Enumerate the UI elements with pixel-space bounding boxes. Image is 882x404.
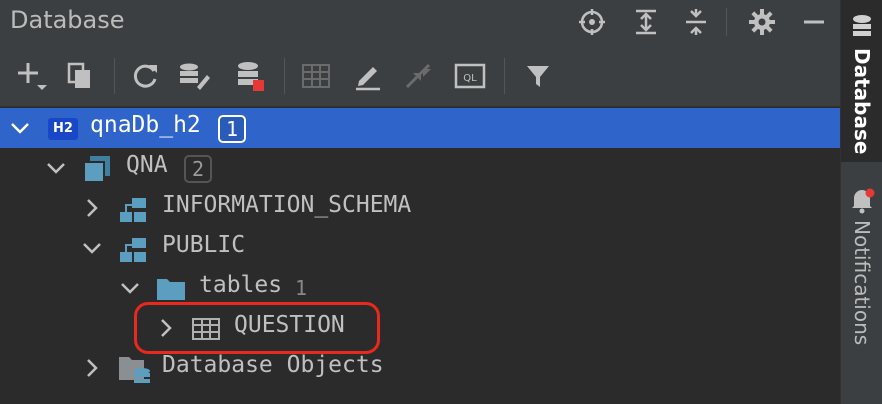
database-tab-label: Database: [850, 48, 874, 155]
tree-item-tables-folder[interactable]: tables 1: [0, 268, 840, 308]
schema-icon: [120, 198, 146, 222]
chevron-down-icon[interactable]: [118, 276, 142, 300]
toolbar-separator: [114, 58, 115, 94]
datasource-label: qnaDb_h2: [90, 112, 201, 138]
chevron-down-icon[interactable]: [8, 116, 32, 140]
database-tool-tab[interactable]: Database: [841, 0, 882, 162]
chevron-down-icon[interactable]: [44, 156, 68, 180]
tree-item-datasource[interactable]: H2 qnaDb_h2 1: [0, 108, 840, 148]
title-bar: Database: [0, 0, 840, 44]
titlebar-divider: [726, 8, 727, 36]
duplicate-icon[interactable]: [62, 58, 98, 94]
minimize-icon[interactable]: [798, 6, 830, 38]
filter-icon[interactable]: [520, 58, 556, 94]
chevron-right-icon[interactable]: [80, 196, 104, 220]
tables-folder-label: tables: [199, 272, 283, 298]
tree-item-schema-public[interactable]: PUBLIC: [0, 228, 840, 268]
database-tool-window: Database QL H2 qnaDb_h2 1 QNA 2 INFORMAT…: [0, 0, 840, 404]
tree-item-schema-information[interactable]: INFORMATION_SCHEMA: [0, 188, 840, 228]
table-view-icon[interactable]: [298, 58, 334, 94]
query-console-icon[interactable]: QL: [452, 58, 488, 94]
tree-item-table-question[interactable]: QUESTION: [0, 308, 840, 348]
expand-all-icon[interactable]: [630, 6, 662, 38]
add-icon[interactable]: [14, 58, 50, 94]
collapse-all-icon[interactable]: [680, 6, 712, 38]
schema-icon: [120, 238, 146, 262]
jump-to-source-icon[interactable]: [400, 58, 436, 94]
chevron-down-icon[interactable]: [80, 236, 104, 260]
tree-item-database[interactable]: QNA 2: [0, 148, 840, 188]
schema-information-label: INFORMATION_SCHEMA: [162, 192, 412, 218]
question-highlight-annotation: [134, 302, 380, 354]
data-source-properties-icon[interactable]: [176, 58, 212, 94]
toolbar-separator: [284, 58, 285, 94]
datasource-badge: 1: [218, 115, 246, 143]
database-objects-label: Database Objects: [162, 352, 384, 378]
bell-icon: [852, 188, 875, 214]
crosshair-icon[interactable]: [576, 6, 608, 38]
tables-count: 1: [295, 276, 308, 300]
database-objects-icon: [119, 357, 150, 383]
notifications-tab-label: Notifications: [850, 220, 874, 346]
toolbar-separator: [504, 58, 505, 94]
gear-icon[interactable]: [746, 6, 778, 38]
database-label: QNA: [126, 152, 168, 178]
database-badge: 2: [184, 155, 212, 183]
chevron-right-icon[interactable]: [80, 356, 104, 380]
right-tool-strip: Database Notifications: [840, 0, 882, 404]
svg-text:QL: QL: [463, 73, 477, 84]
notifications-tool-tab[interactable]: Notifications: [841, 180, 882, 404]
folder-icon: [157, 279, 185, 300]
toolbar: QL: [0, 44, 840, 107]
database-icon: [83, 156, 110, 183]
database-stack-icon: [853, 15, 871, 36]
edit-icon[interactable]: [350, 58, 386, 94]
tree-item-database-objects[interactable]: Database Objects: [0, 348, 840, 388]
schema-public-label: PUBLIC: [162, 232, 246, 258]
panel-title: Database: [10, 6, 125, 34]
h2-icon: H2: [48, 118, 78, 140]
disconnect-icon[interactable]: [232, 58, 268, 94]
refresh-icon[interactable]: [128, 58, 164, 94]
